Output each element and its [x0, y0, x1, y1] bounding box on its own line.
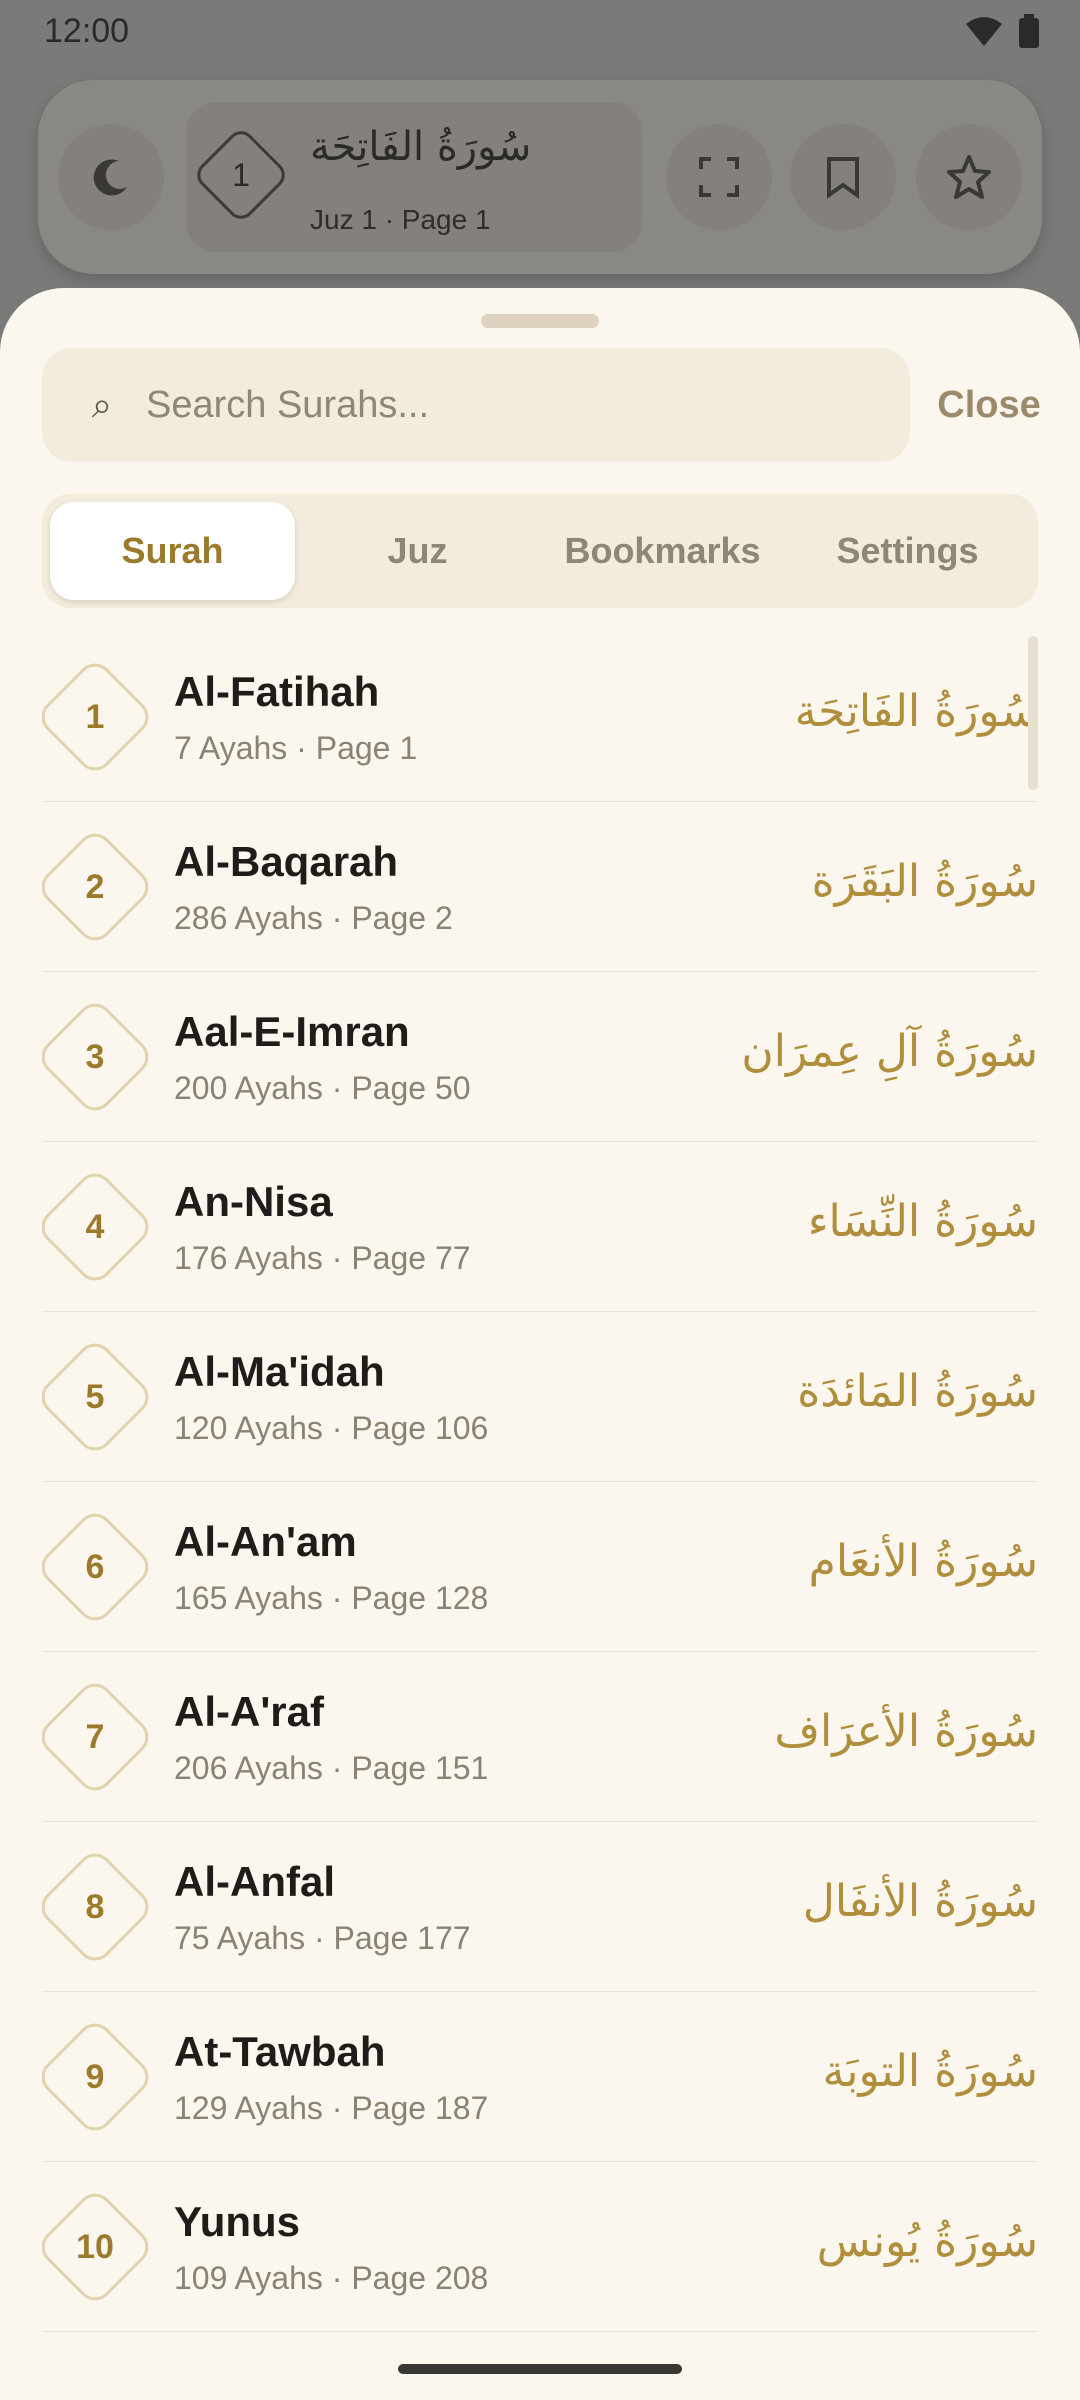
search-box[interactable]: ⌕: [42, 348, 910, 462]
search-icon: ⌕: [91, 383, 113, 425]
surah-name: Al-A'raf: [174, 1688, 324, 1735]
reader-top-bar: 1 سُورَةُ الفَاتِحَة Juz 1 · Page 1: [38, 80, 1042, 274]
surah-arabic-name: سُورَةُ الأنفَال: [802, 1876, 1038, 1927]
search-input[interactable]: [132, 348, 910, 462]
surah-meta: 165 Ayahs · Page 128: [174, 1580, 489, 1616]
surah-arabic-name: سُورَةُ النِّسَاء: [807, 1196, 1038, 1247]
surah-name: Al-Baqarah: [174, 838, 399, 885]
current-location: Juz 1 · Page 1: [310, 204, 491, 235]
surah-name: Al-Anfal: [174, 1858, 335, 1905]
surah-meta: 286 Ayahs · Page 2: [174, 900, 453, 936]
surah-number: 8: [85, 1887, 105, 1926]
list-item[interactable]: 7 Al-A'raf 206 Ayahs · Page 151 سُورَةُ …: [42, 1652, 1038, 1822]
current-surah-number: 1: [232, 156, 250, 193]
surah-number: 7: [85, 1717, 105, 1756]
surah-number: 1: [85, 697, 105, 736]
surah-arabic-name: سُورَةُ الأنعَام: [808, 1536, 1038, 1587]
bookmark-button[interactable]: [790, 124, 896, 230]
home-indicator[interactable]: [398, 2364, 682, 2374]
surah-arabic-name: سُورَةُ آلِ عِمرَان: [741, 1026, 1038, 1077]
surah-arabic-name: سُورَةُ الفَاتِحَة: [794, 686, 1038, 737]
surah-arabic-name: سُورَةُ البَقَرَة: [811, 856, 1038, 907]
surah-meta: 129 Ayahs · Page 187: [174, 2090, 489, 2126]
surah-arabic-name: سُورَةُ الأعرَاف: [774, 1706, 1038, 1757]
list-item[interactable]: 5 Al-Ma'idah 120 Ayahs · Page 106 سُورَة…: [42, 1312, 1038, 1482]
bookmark-icon: [827, 157, 859, 199]
surah-meta: 109 Ayahs · Page 208: [174, 2260, 489, 2296]
tab-bookmarks[interactable]: Bookmarks: [540, 502, 785, 600]
surah-name: Aal-E-Imran: [174, 1008, 410, 1055]
tab-bar: Surah Juz Bookmarks Settings: [42, 494, 1038, 608]
surah-number: 3: [85, 1037, 105, 1076]
surah-number: 6: [85, 1547, 105, 1586]
tab-juz[interactable]: Juz: [295, 502, 540, 600]
surah-number: 2: [85, 867, 105, 906]
surah-name: Yunus: [174, 2198, 301, 2245]
list-item[interactable]: 3 Aal-E-Imran 200 Ayahs · Page 50 سُورَة…: [42, 972, 1038, 1142]
close-button[interactable]: Close: [924, 348, 1054, 462]
surah-number: 4: [85, 1207, 105, 1246]
night-mode-button[interactable]: [58, 124, 164, 230]
surah-meta: 75 Ayahs · Page 177: [174, 1920, 471, 1956]
surah-meta: 176 Ayahs · Page 77: [174, 1240, 471, 1276]
surah-meta: 206 Ayahs · Page 151: [174, 1750, 489, 1786]
list-item[interactable]: 6 Al-An'am 165 Ayahs · Page 128 سُورَةُ …: [42, 1482, 1038, 1652]
moon-icon: [93, 159, 127, 196]
surah-number: 9: [85, 2057, 105, 2096]
surah-name: At-Tawbah: [174, 2028, 386, 2075]
surah-name: Al-Fatihah: [174, 668, 380, 715]
battery-icon: [1019, 14, 1039, 48]
surah-name: Al-An'am: [174, 1518, 357, 1565]
list-item[interactable]: 8 Al-Anfal 75 Ayahs · Page 177 سُورَةُ ا…: [42, 1822, 1038, 1992]
surah-arabic-name: سُورَةُ التوبَة: [822, 2046, 1038, 2097]
fullscreen-button[interactable]: [666, 124, 772, 230]
list-item[interactable]: 4 An-Nisa 176 Ayahs · Page 77 سُورَةُ ال…: [42, 1142, 1038, 1312]
surah-number: 5: [85, 1377, 105, 1416]
surah-arabic-name: سُورَةُ المَائدَة: [797, 1366, 1038, 1417]
current-surah-chip[interactable]: 1 سُورَةُ الفَاتِحَة Juz 1 · Page 1: [186, 102, 642, 252]
list-item[interactable]: 9 At-Tawbah 129 Ayahs · Page 187 سُورَةُ…: [42, 1992, 1038, 2162]
wifi-icon: [966, 17, 1002, 46]
list-scrollbar[interactable]: [1028, 636, 1038, 790]
surah-name: An-Nisa: [174, 1178, 333, 1225]
list-item[interactable]: 1 Al-Fatihah 7 Ayahs · Page 1 سُورَةُ ال…: [42, 632, 1038, 802]
surah-meta: 7 Ayahs · Page 1: [174, 730, 418, 766]
surah-number: 10: [76, 2227, 114, 2266]
fullscreen-icon: [699, 157, 739, 197]
tab-surah[interactable]: Surah: [50, 502, 295, 600]
status-time: 12:00: [44, 11, 130, 50]
favorite-button[interactable]: [916, 124, 1022, 230]
status-icons: [964, 14, 1040, 48]
star-icon: [947, 155, 991, 199]
list-item[interactable]: 2 Al-Baqarah 286 Ayahs · Page 2 سُورَةُ …: [42, 802, 1038, 972]
status-bar: 12:00: [0, 0, 1080, 62]
tab-settings[interactable]: Settings: [785, 502, 1030, 600]
surah-name: Al-Ma'idah: [174, 1348, 385, 1395]
surah-list: 1 Al-Fatihah 7 Ayahs · Page 1 سُورَةُ ال…: [42, 632, 1038, 2372]
current-surah-arabic: سُورَةُ الفَاتِحَة: [310, 124, 532, 170]
surah-picker-sheet: ⌕ Close Surah Juz Bookmarks Settings 1 A…: [0, 288, 1080, 2400]
list-item[interactable]: 10 Yunus 109 Ayahs · Page 208 سُورَةُ يُ…: [42, 2162, 1038, 2332]
surah-meta: 120 Ayahs · Page 106: [174, 1410, 489, 1446]
drag-handle[interactable]: [481, 314, 599, 328]
surah-meta: 200 Ayahs · Page 50: [174, 1070, 471, 1106]
surah-arabic-name: سُورَةُ يُونس: [816, 2216, 1038, 2267]
